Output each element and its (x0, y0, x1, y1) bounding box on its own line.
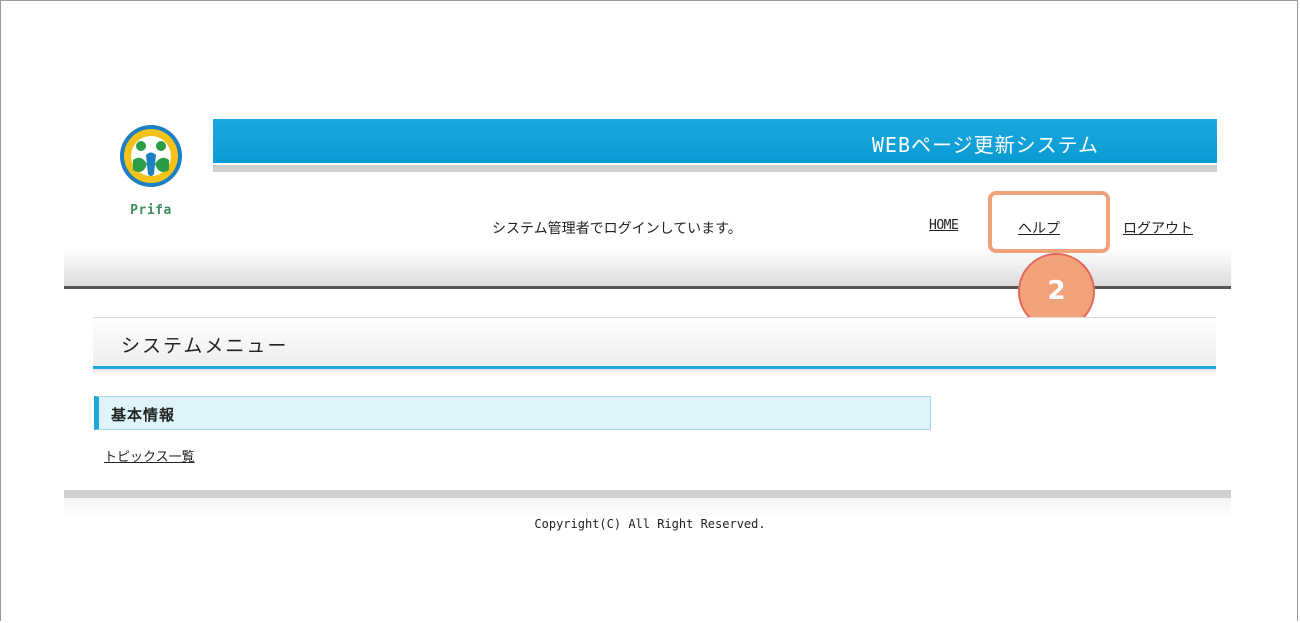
system-menu-header: システムメニュー (93, 317, 1216, 369)
prifa-logo-icon (120, 125, 182, 187)
system-menu-title: システムメニュー (121, 335, 289, 357)
logout-link[interactable]: ログアウト (1123, 218, 1193, 238)
title-underline (213, 165, 1217, 172)
footer-band (64, 498, 1231, 518)
topics-list-link[interactable]: トピックス一覧 (104, 446, 195, 465)
title-bar: WEBページ更新システム (213, 119, 1217, 163)
login-status-text: システム管理者でログインしています。 (492, 221, 742, 237)
section-heading-basic-info: 基本情報 (94, 396, 931, 430)
highlight-box (988, 191, 1110, 253)
logo-text: Prifa (130, 203, 172, 218)
copyright-text: Copyright(C) All Right Reserved. (534, 517, 766, 531)
footer-bar (64, 490, 1231, 498)
home-link[interactable]: HOME (929, 218, 959, 233)
site-logo[interactable]: Prifa (113, 124, 189, 236)
page-title: WEBページ更新システム (871, 133, 1099, 157)
section-heading-text: 基本情報 (111, 406, 176, 424)
menu-divider (93, 369, 1216, 375)
